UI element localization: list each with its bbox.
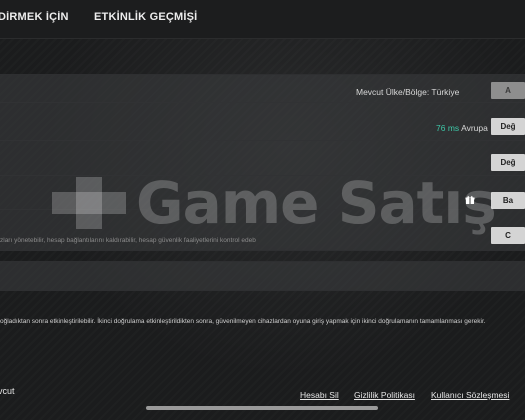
- current-label: vcut: [0, 386, 15, 396]
- divider: [0, 102, 525, 103]
- user-agreement-link[interactable]: Kullanıcı Sözleşmesi: [431, 390, 509, 400]
- two-factor-panel: [0, 261, 525, 291]
- privacy-policy-link[interactable]: Gizlilik Politikası: [354, 390, 415, 400]
- divider: [0, 140, 525, 141]
- delete-account-link[interactable]: Hesabı Sil: [300, 390, 339, 400]
- home-indicator[interactable]: [146, 406, 378, 410]
- connect-button[interactable]: Ba: [491, 192, 525, 209]
- server-region: Avrupa: [461, 123, 488, 133]
- tab-security[interactable]: DİRMEK İÇİN TAF: [0, 11, 72, 23]
- tab-activity-history[interactable]: ETKİNLİK GEÇMİŞİ: [94, 11, 197, 23]
- region-label: Mevcut Ülke/Bölge: Türkiye: [356, 87, 460, 97]
- account-description: zları yönetebilir, hesap bağlantılarını …: [0, 237, 256, 244]
- watermark-text: Game Satış: [136, 169, 497, 237]
- change-server-button[interactable]: Değ: [491, 118, 525, 135]
- latency-label: 76 ms Avrupa: [436, 123, 488, 133]
- change-button[interactable]: Değ: [491, 154, 525, 171]
- manage-button[interactable]: C: [491, 227, 525, 244]
- watermark: Game Satış: [52, 173, 497, 233]
- two-factor-note: oğladıktan sonra etkinleştirilebilir. İk…: [0, 318, 486, 325]
- top-tab-bar: DİRMEK İÇİN TAF ETKİNLİK GEÇMİŞİ: [0, 0, 525, 39]
- watermark-cross-icon: [52, 173, 126, 233]
- region-button[interactable]: A: [491, 82, 525, 99]
- latency-value: 76 ms: [436, 123, 460, 133]
